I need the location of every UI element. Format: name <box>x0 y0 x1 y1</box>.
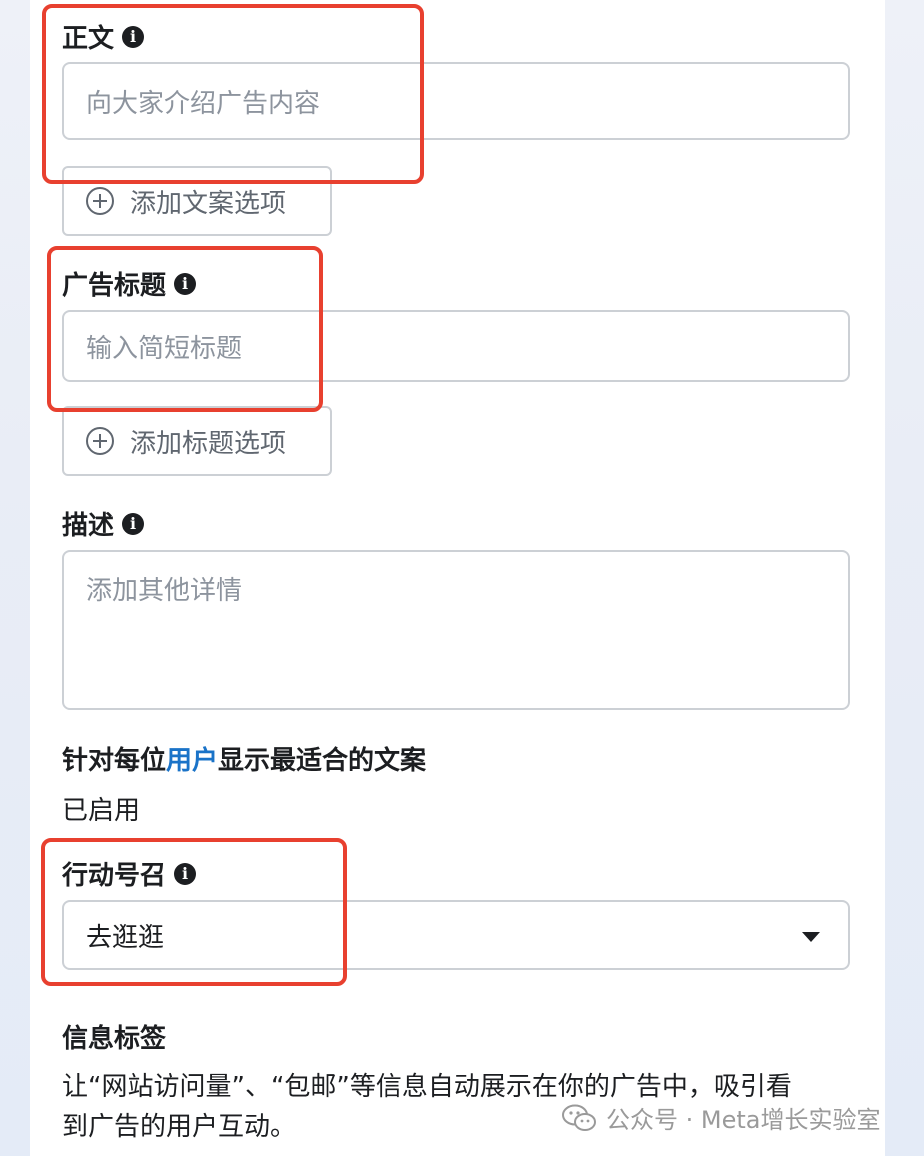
caret-down-icon <box>802 932 820 942</box>
users-link[interactable]: 用户 <box>166 746 218 776</box>
info-icon[interactable]: i <box>174 862 197 885</box>
add-text-option-button[interactable]: 添加文案选项 <box>62 166 332 236</box>
info-labels-description-line1: 让“网站访问量”、“包邮”等信息自动展示在你的广告中，吸引看 <box>62 1072 792 1102</box>
wechat-icon <box>562 1104 596 1131</box>
info-icon[interactable]: i <box>122 25 145 48</box>
plus-circle-icon <box>86 427 114 455</box>
description-textarea[interactable]: 添加其他详情 <box>62 550 850 710</box>
headline-label: 广告标题 i <box>62 265 197 302</box>
headline-input[interactable]: 输入简短标题 <box>62 310 850 382</box>
optimize-text-title: 针对每位用户显示最适合的文案 <box>62 746 427 776</box>
watermark: 公众号 · Meta增长实验室 <box>562 1100 880 1135</box>
plus-circle-icon <box>86 187 114 215</box>
info-icon[interactable]: i <box>174 272 197 295</box>
body-text-input[interactable]: 向大家介绍广告内容 <box>62 62 850 140</box>
info-icon[interactable]: i <box>122 512 145 535</box>
info-labels-title: 信息标签 <box>62 1024 167 1054</box>
info-labels-description-line2: 到广告的用户互动。 <box>62 1112 297 1142</box>
body-text-label: 正文 i <box>62 18 145 55</box>
cta-dropdown[interactable]: 去逛逛 <box>62 900 850 970</box>
add-headline-option-button[interactable]: 添加标题选项 <box>62 406 332 476</box>
cta-label: 行动号召 i <box>62 855 197 892</box>
optimize-status: 已启用 <box>62 796 141 826</box>
description-label: 描述 i <box>62 505 145 542</box>
